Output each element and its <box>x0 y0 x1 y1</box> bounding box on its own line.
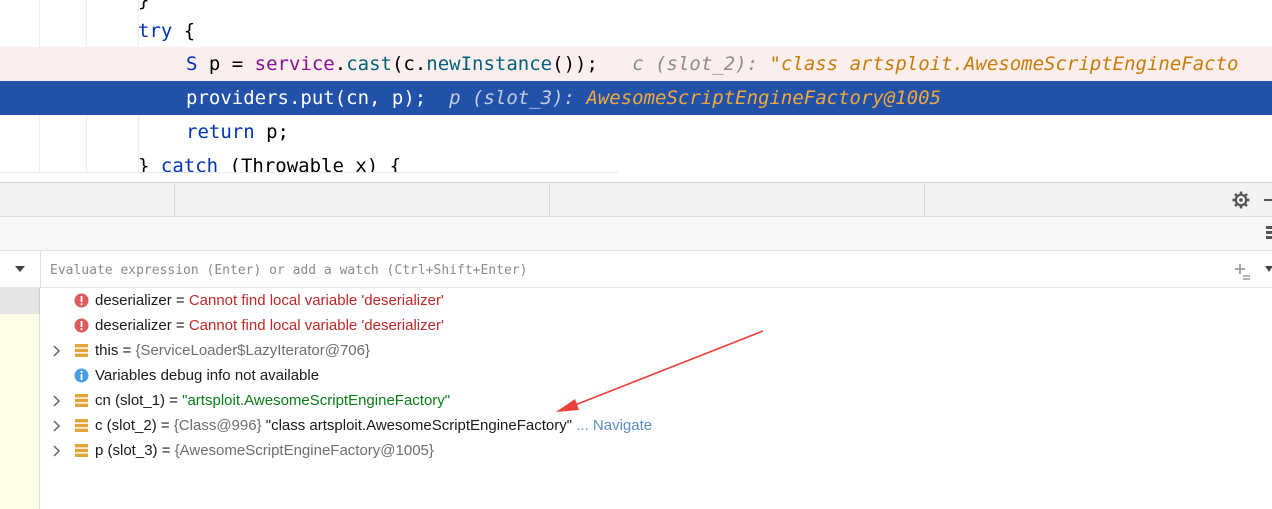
variable-value: {AwesomeScriptEngineFactory@1005} <box>174 442 434 459</box>
code-text: providers.put(cn, p); p (slot_3): Awesom… <box>186 81 941 115</box>
variable-name: this <box>95 342 119 359</box>
code-line-cast[interactable]: S p = service.cast(c.newInstance()); c (… <box>0 47 1272 81</box>
variable-text: cn (slot_1) = "artsploit.AwesomeScriptEn… <box>95 388 450 413</box>
chevron-right-icon[interactable] <box>51 420 61 432</box>
variable-string-value: "class artsploit.AwesomeScriptEngineFact… <box>261 417 573 434</box>
field-icon <box>75 444 88 457</box>
equals-sign: = <box>157 442 175 459</box>
variable-name: p (slot_3) <box>95 442 158 459</box>
header-divider <box>924 183 925 218</box>
debug-toolbar <box>0 217 1272 251</box>
code-fragment: . <box>334 53 347 75</box>
inline-debug-value: "class artsploit.AwesomeScriptEngineFact… <box>769 53 1239 75</box>
variable-text: this = {ServiceLoader$LazyIterator@706} <box>95 338 370 363</box>
code-fragment: p = <box>197 53 255 75</box>
header-divider <box>549 183 550 218</box>
navigate-link[interactable]: ... Navigate <box>572 417 652 434</box>
layout-icon[interactable] <box>1266 226 1272 240</box>
method-call: cast <box>346 53 392 75</box>
code-line-return[interactable]: return p; <box>0 115 1272 149</box>
variable-text: c (slot_2) = {Class@996} "class artsploi… <box>95 413 652 438</box>
error-icon <box>74 293 89 308</box>
variable-value: Cannot find local variable 'deserializer… <box>188 317 444 334</box>
variables-tree[interactable]: deserializer = Cannot find local variabl… <box>41 288 1272 509</box>
field-name: providers <box>186 87 289 109</box>
inline-debug-value: AwesomeScriptEngineFactory@1005 <box>586 87 942 109</box>
frames-panel[interactable] <box>0 288 40 509</box>
variable-name: c (slot_2) <box>95 417 157 434</box>
code-text: S p = service.cast(c.newInstance()); c (… <box>186 47 1239 81</box>
equals-sign: = <box>171 292 189 309</box>
method-call: newInstance <box>426 53 553 75</box>
chevron-right-icon[interactable] <box>51 445 61 457</box>
chevron-right-icon[interactable] <box>51 345 61 357</box>
keyword: try <box>138 20 173 42</box>
variable-text: Variables debug info not available <box>95 363 319 388</box>
code-fragment: (c. <box>391 53 427 75</box>
code-fragment: ()); <box>552 53 598 75</box>
inline-debug-hint: p (slot_3): <box>449 87 587 109</box>
variable-text: deserializer = Cannot find local variabl… <box>95 313 444 338</box>
equals-sign: = <box>156 417 174 434</box>
header-divider <box>174 183 175 218</box>
variable-name: deserializer <box>95 317 172 334</box>
info-icon <box>74 368 89 383</box>
editor-horizontal-scrollbar[interactable] <box>0 172 618 182</box>
variable-value: "artsploit.AwesomeScriptEngineFactory" <box>182 392 451 409</box>
code-fragment: . <box>288 87 301 109</box>
minimize-icon[interactable] <box>1264 199 1272 201</box>
code-text: return p; <box>186 115 289 149</box>
info-message: Variables debug info not available <box>95 367 320 384</box>
field-icon <box>75 344 88 357</box>
equals-sign: = <box>118 342 136 359</box>
variable-name: cn (slot_1) <box>95 392 166 409</box>
variable-value: {ServiceLoader$LazyIterator@706} <box>135 342 370 359</box>
inline-debug-hint: c (slot_2): <box>632 53 770 75</box>
keyword: return <box>186 121 255 143</box>
variable-value: {Class@996} <box>173 417 262 434</box>
evaluate-expression-input[interactable] <box>50 259 1200 281</box>
code-fragment: { <box>172 20 196 42</box>
chevron-down-icon[interactable] <box>14 264 26 274</box>
variable-name: deserializer <box>95 292 172 309</box>
frames-selected-item[interactable] <box>0 288 40 314</box>
chevron-down-icon[interactable] <box>1264 265 1272 273</box>
debug-tabs-header <box>0 182 1272 218</box>
code-editor[interactable]: } try { S p = service.cast(c.newInstance… <box>0 0 1272 182</box>
equals-sign: = <box>171 317 189 334</box>
code-line-put-current[interactable]: providers.put(cn, p); p (slot_3): Awesom… <box>0 81 1272 115</box>
chevron-right-icon[interactable] <box>51 395 61 407</box>
variable-text: p (slot_3) = {AwesomeScriptEngineFactory… <box>95 438 434 463</box>
field-name: service <box>254 53 335 75</box>
equals-sign: = <box>165 392 183 409</box>
field-icon <box>75 394 88 407</box>
variable-text: deserializer = Cannot find local variabl… <box>95 288 444 313</box>
type-name: S <box>186 53 198 75</box>
field-icon <box>75 419 88 432</box>
gear-icon[interactable] <box>1232 191 1250 209</box>
error-icon <box>74 318 89 333</box>
code-text: try { <box>138 14 195 48</box>
watch-divider <box>40 251 41 288</box>
code-fragment: p; <box>254 121 289 143</box>
method-call: put <box>300 87 335 109</box>
code-line-try[interactable]: try { <box>0 14 1272 48</box>
code-fragment: (cn, p); <box>334 87 427 109</box>
variable-value: Cannot find local variable 'deserializer… <box>188 292 444 309</box>
add-watch-icon[interactable] <box>1233 262 1251 280</box>
